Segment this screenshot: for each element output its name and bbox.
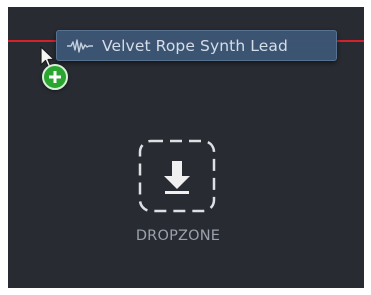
copy-badge — [42, 64, 68, 90]
drop-panel[interactable]: Velvet Rope Synth Lead DROPZONE — [8, 7, 364, 288]
dropzone-label: DROPZONE — [135, 228, 221, 244]
plus-icon — [49, 71, 61, 83]
dragged-clip-name: Velvet Rope Synth Lead — [102, 37, 288, 55]
dragged-clip-chip[interactable]: Velvet Rope Synth Lead — [56, 30, 337, 61]
waveform-icon — [67, 39, 93, 53]
download-arrow-icon[interactable] — [138, 139, 216, 213]
